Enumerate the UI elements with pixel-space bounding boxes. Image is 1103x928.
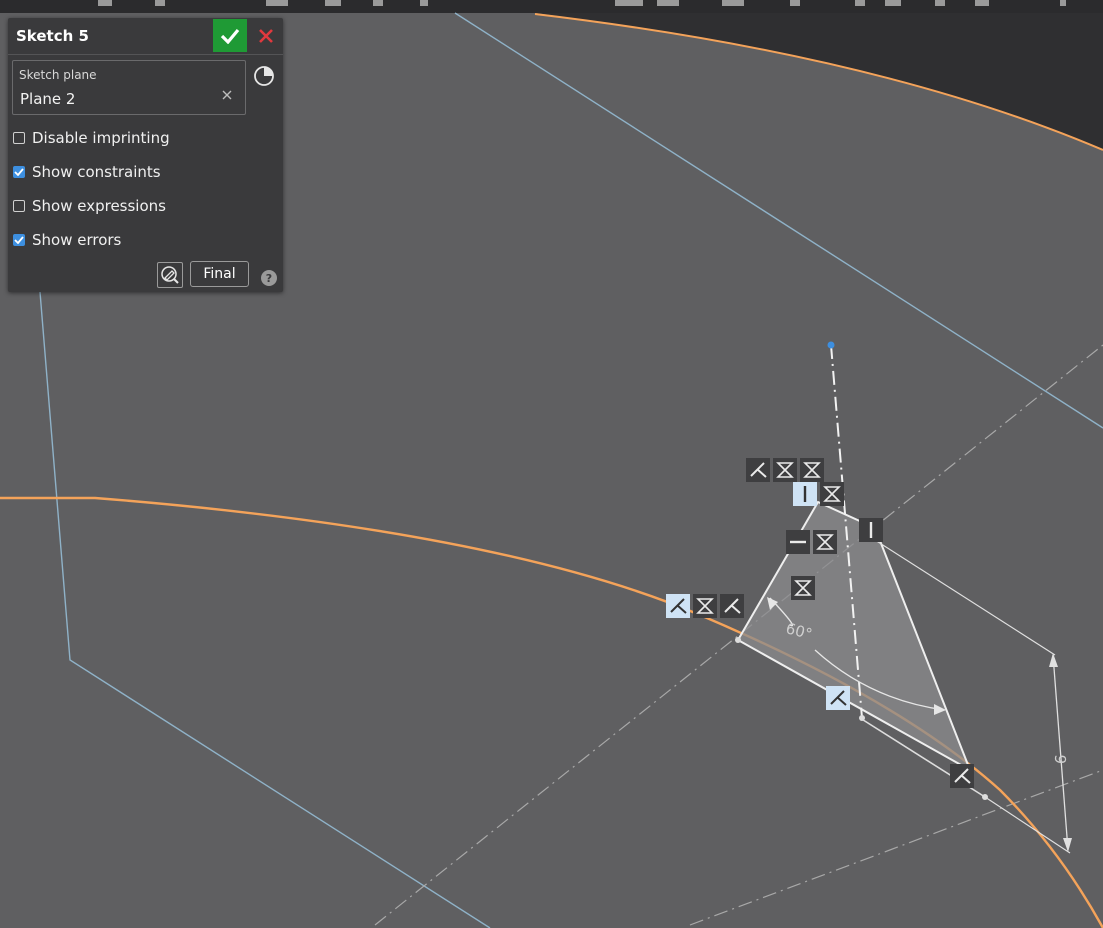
clear-selection-icon[interactable] [220,88,234,102]
coincident-constraint-icon[interactable] [826,686,850,710]
sketch-dialog: Sketch 5 Sketch plane Plane 2 Disable im… [8,18,283,292]
checkbox-label: Show errors [32,231,122,249]
equal-constraint-icon[interactable] [791,576,815,600]
sketch-plane-label: Sketch plane [19,68,97,82]
sketch-point[interactable] [735,637,741,643]
sketch-point[interactable] [827,341,835,349]
arrowhead [1049,653,1058,667]
coincident-constraint-icon[interactable] [950,764,974,788]
sketch-region[interactable] [738,502,970,770]
show-errors-checkbox[interactable]: Show errors [13,230,121,250]
sketch-plane-value[interactable]: Plane 2 [20,90,75,108]
checkmark-icon [220,28,240,44]
checkbox-box[interactable] [13,166,25,178]
sketch-edit-button[interactable] [157,262,183,288]
checkbox-box[interactable] [13,200,25,212]
equal-constraint-icon[interactable] [800,458,824,482]
checkbox-box[interactable] [13,132,25,144]
dimension-extension [984,796,1071,854]
checkbox-label: Show expressions [32,197,166,215]
coincident-constraint-icon[interactable] [666,594,690,618]
coincident-constraint-icon[interactable] [720,594,744,618]
coincident-constraint-icon[interactable] [746,458,770,482]
dialog-title: Sketch 5 [16,27,89,45]
checkbox-label: Disable imprinting [32,129,170,147]
checkbox-box[interactable] [13,234,25,246]
equal-constraint-icon[interactable] [773,458,797,482]
show-constraints-checkbox[interactable]: Show constraints [13,162,161,182]
linear-dimension-text[interactable]: 6 [1052,754,1071,765]
check-icon [14,168,24,176]
check-icon [14,236,24,244]
sketch-plane-field[interactable]: Sketch plane Plane 2 [12,60,246,115]
dialog-header: Sketch 5 [8,18,283,55]
construction-axis [374,344,1103,926]
show-expressions-checkbox[interactable]: Show expressions [13,196,166,216]
linear-dimension-line[interactable] [1052,654,1069,851]
background-region [535,13,1103,150]
final-button[interactable]: Final [190,261,249,287]
pie-chart-icon[interactable] [253,65,275,87]
sketch-point[interactable] [859,715,865,721]
pencil-search-icon [161,266,179,284]
equal-constraint-icon[interactable] [693,594,717,618]
cancel-button[interactable] [252,19,280,52]
construction-axis [689,769,1103,926]
checkbox-label: Show constraints [32,163,161,181]
close-icon [259,28,273,43]
horizontal-constraint-icon[interactable] [786,530,810,554]
help-icon[interactable]: ? [261,270,277,286]
accept-button[interactable] [213,19,247,52]
vertical-constraint-icon[interactable] [859,518,883,542]
disable-imprinting-checkbox[interactable]: Disable imprinting [13,128,170,148]
plane-outline[interactable] [39,291,491,928]
equal-constraint-icon[interactable] [820,482,844,506]
vertical-constraint-icon[interactable] [793,482,817,506]
equal-constraint-icon[interactable] [813,530,837,554]
